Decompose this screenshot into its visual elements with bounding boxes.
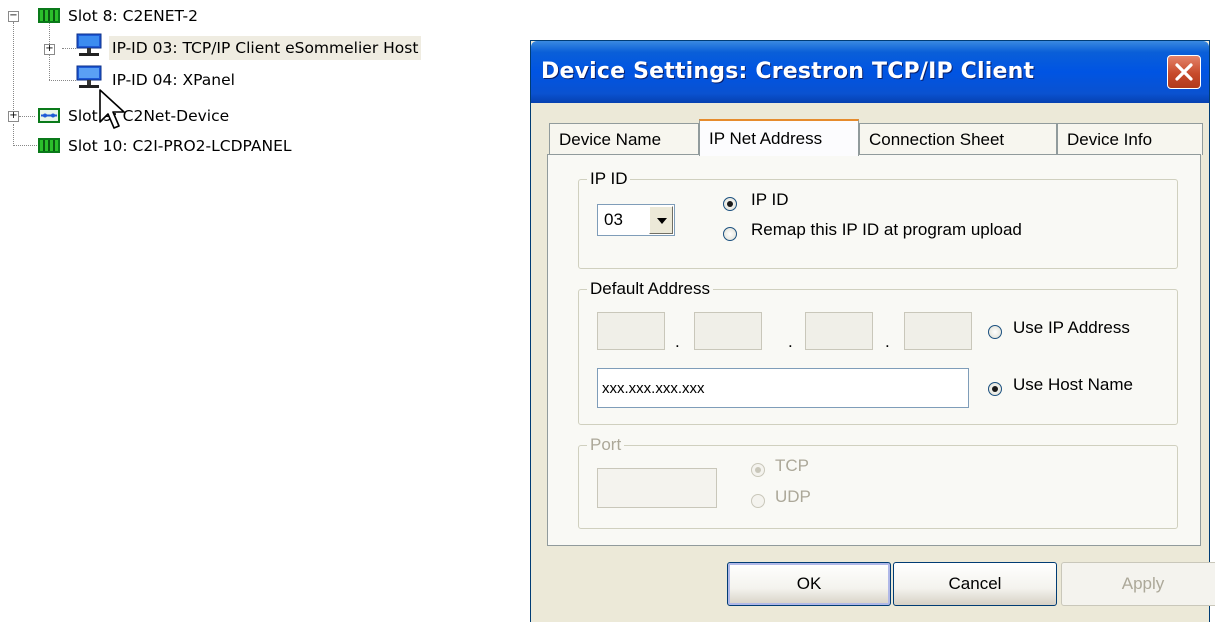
tcp-radio-label: TCP bbox=[775, 456, 809, 475]
ipid-group: IP ID 03 IP ID Remap this IP ID at progr… bbox=[578, 168, 1178, 269]
device-settings-dialog: Device Settings: Crestron TCP/IP Client … bbox=[530, 40, 1215, 622]
apply-button[interactable]: Apply bbox=[1061, 562, 1215, 606]
tree-item-slot-10[interactable]: Slot 10: C2I-PRO2-LCDPANEL bbox=[0, 134, 380, 158]
network-pc-icon bbox=[76, 33, 102, 56]
dialog-titlebar[interactable]: Device Settings: Crestron TCP/IP Client bbox=[531, 41, 1209, 103]
default-address-group: Default Address . . . Use IP Address xxx… bbox=[578, 278, 1178, 425]
port-group-legend: Port bbox=[587, 434, 625, 456]
expand-icon[interactable]: + bbox=[8, 111, 19, 122]
tree-item-label: IP-ID 03: TCP/IP Client eSommelier Host bbox=[109, 36, 422, 60]
remap-ipid-radio-label: Remap this IP ID at program upload bbox=[751, 220, 1022, 239]
tree-item-label: Slot 8: C2ENET-2 bbox=[68, 7, 199, 25]
port-group: Port TCP UDP bbox=[578, 434, 1178, 529]
device-tree: − Slot 8: C2ENET-2 + IP-ID 03: TCP/IP Cl… bbox=[0, 0, 520, 170]
ip-octet-3-field[interactable] bbox=[805, 312, 873, 350]
ipid-radio[interactable] bbox=[723, 197, 737, 211]
use-host-name-radio[interactable] bbox=[988, 382, 1002, 396]
ok-button[interactable]: OK bbox=[727, 562, 891, 606]
use-ip-address-radio[interactable] bbox=[988, 325, 1002, 339]
tree-item-ipid-03[interactable]: + IP-ID 03: TCP/IP Client eSommelier Hos… bbox=[0, 33, 520, 60]
port-input[interactable] bbox=[597, 468, 717, 508]
tree-item-slot-9[interactable]: + Slot 9: C2Net-Device bbox=[0, 104, 300, 128]
chevron-down-icon[interactable] bbox=[649, 206, 673, 234]
host-name-value: xxx.xxx.xxx.xxx bbox=[602, 380, 705, 397]
ipid-select-value: 03 bbox=[604, 210, 623, 229]
cancel-button[interactable]: Cancel bbox=[893, 562, 1057, 606]
tree-item-label: Slot 10: C2I-PRO2-LCDPANEL bbox=[68, 137, 292, 155]
ip-octet-2-field[interactable] bbox=[694, 312, 762, 350]
ip-separator: . bbox=[885, 332, 890, 351]
tree-item-label: Slot 9: C2Net-Device bbox=[68, 107, 230, 125]
net-card-icon bbox=[38, 108, 60, 123]
mouse-cursor-icon bbox=[99, 89, 125, 129]
dialog-title: Device Settings: Crestron TCP/IP Client bbox=[541, 59, 1035, 84]
tab-ip-net-address[interactable]: IP Net Address bbox=[699, 119, 859, 156]
default-address-legend: Default Address bbox=[587, 278, 714, 300]
use-host-name-label: Use Host Name bbox=[1013, 375, 1133, 394]
collapse-icon[interactable]: − bbox=[8, 11, 19, 22]
ipid-group-legend: IP ID bbox=[587, 168, 631, 190]
ip-separator: . bbox=[788, 332, 793, 351]
ip-octet-4-field[interactable] bbox=[904, 312, 972, 350]
tab-connection-sheet[interactable]: Connection Sheet bbox=[859, 123, 1057, 155]
udp-radio[interactable] bbox=[751, 494, 765, 508]
tcp-radio[interactable] bbox=[751, 463, 765, 477]
tab-device-info[interactable]: Device Info bbox=[1057, 123, 1203, 155]
slot-card-icon bbox=[38, 138, 60, 153]
remap-ipid-radio[interactable] bbox=[723, 227, 737, 241]
host-name-input[interactable]: xxx.xxx.xxx.xxx bbox=[597, 368, 969, 408]
close-button[interactable] bbox=[1167, 55, 1201, 89]
tree-item-slot-8[interactable]: − Slot 8: C2ENET-2 bbox=[0, 4, 300, 28]
tree-item-ipid-04[interactable]: IP-ID 04: XPanel bbox=[0, 65, 300, 92]
tree-item-label: IP-ID 04: XPanel bbox=[112, 71, 235, 89]
slot-card-icon bbox=[38, 8, 60, 23]
close-icon bbox=[1175, 63, 1193, 81]
udp-radio-label: UDP bbox=[775, 487, 811, 506]
tab-panel: IP ID 03 IP ID Remap this IP ID at progr… bbox=[547, 154, 1201, 546]
ipid-select[interactable]: 03 bbox=[597, 204, 675, 236]
use-ip-address-label: Use IP Address bbox=[1013, 318, 1130, 337]
ip-octet-1-field[interactable] bbox=[597, 312, 665, 350]
tab-device-name[interactable]: Device Name bbox=[549, 123, 699, 155]
ipid-radio-label: IP ID bbox=[751, 190, 789, 209]
expand-icon[interactable]: + bbox=[44, 44, 55, 55]
ip-separator: . bbox=[675, 332, 680, 351]
